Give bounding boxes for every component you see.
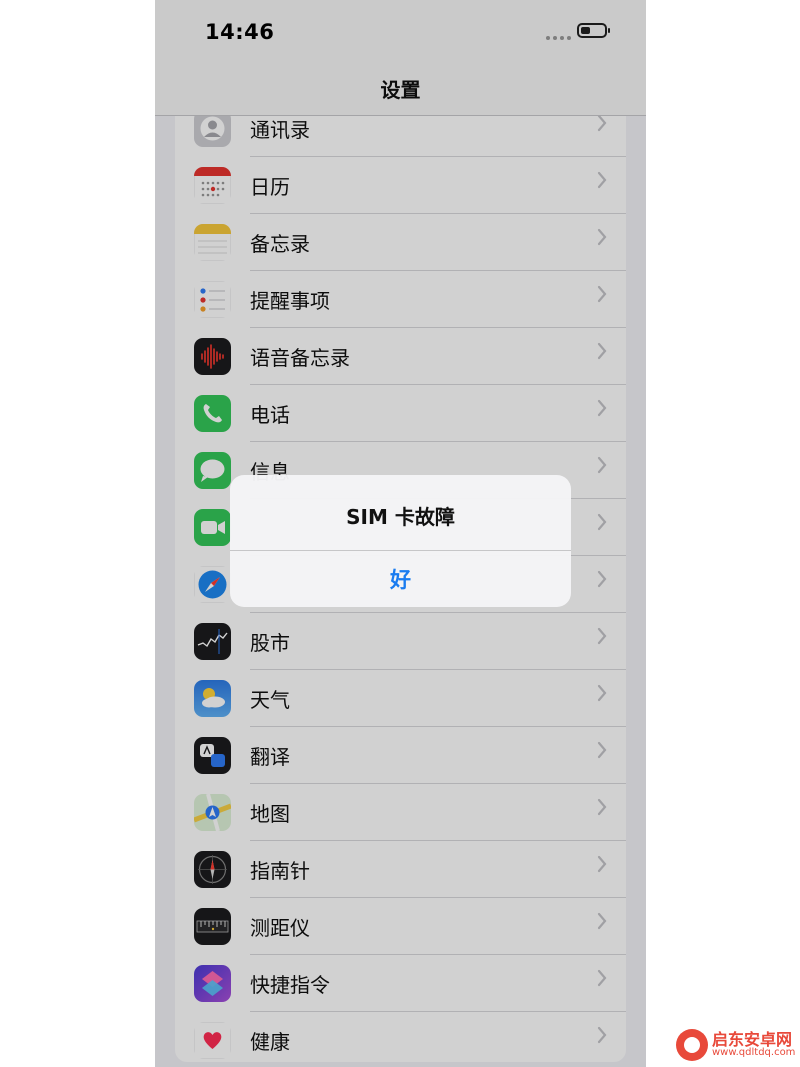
phone-screen: 14:46 设置 通讯录 日历 备忘录 提醒事项 语音备忘录 电话 信息 股市 …: [155, 0, 646, 1067]
watermark: 启东安卓网 www.qdltdq.com: [672, 1023, 800, 1067]
watermark-logo-icon: [676, 1029, 708, 1061]
alert-ok-button[interactable]: 好: [230, 551, 571, 607]
sim-error-alert: SIM 卡故障 好: [230, 475, 571, 607]
watermark-url: www.qdltdq.com: [712, 1047, 796, 1058]
alert-title: SIM 卡故障: [346, 505, 455, 529]
